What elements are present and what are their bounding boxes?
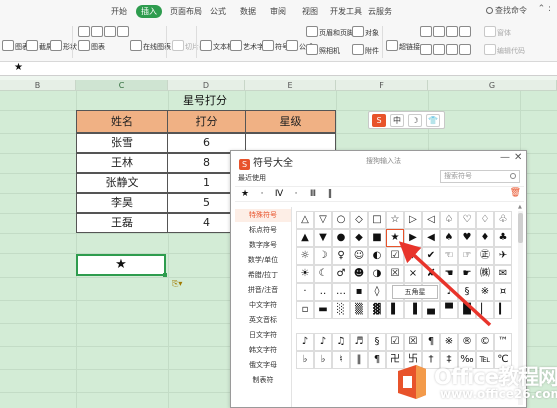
office-logo-icon	[398, 365, 426, 399]
watermark-url: www.office26.com	[440, 387, 557, 401]
annotation-arrow	[398, 241, 492, 327]
arrow-line	[398, 241, 492, 327]
watermark: Office教程网 www.office26.com	[394, 357, 557, 407]
